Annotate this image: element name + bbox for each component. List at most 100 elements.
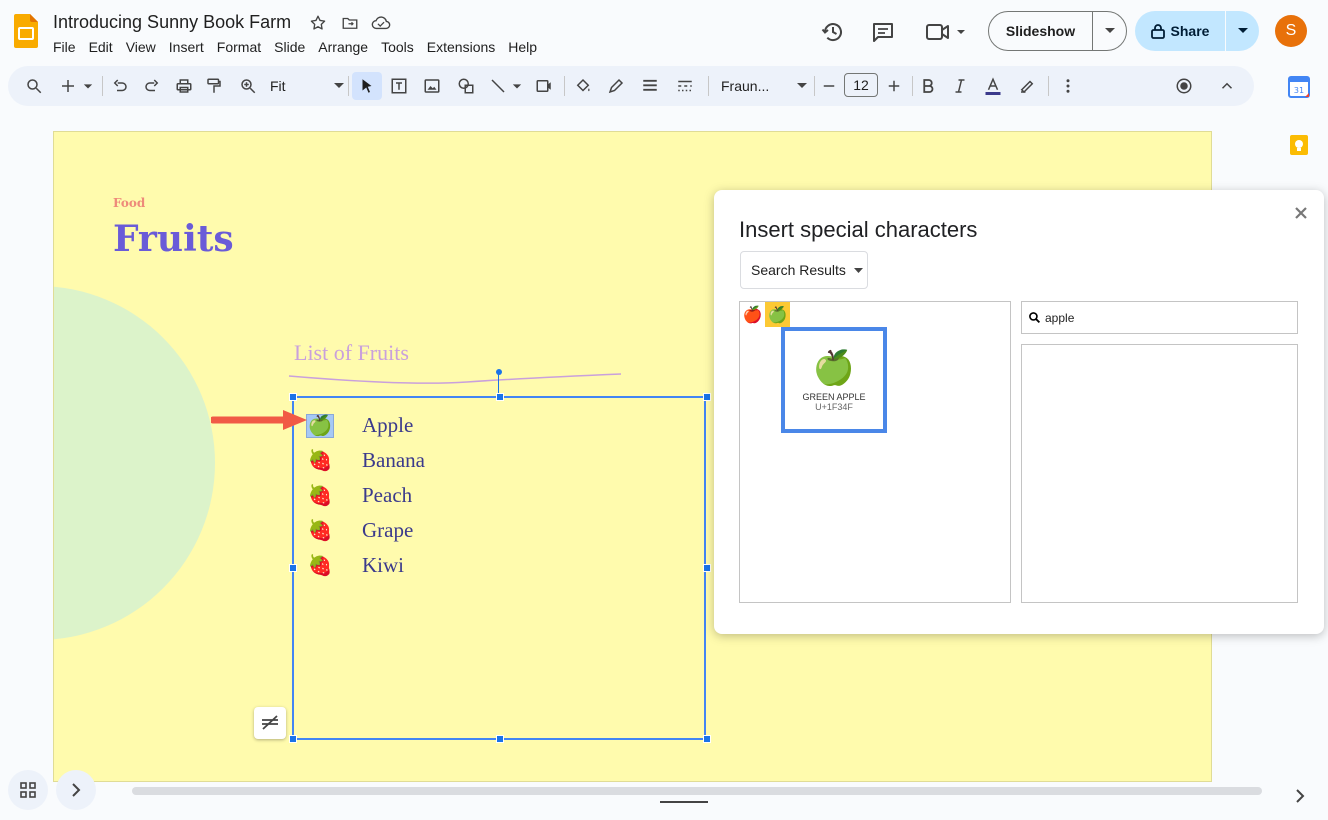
resize-handle-bottom[interactable] xyxy=(496,735,504,743)
autofit-options-button[interactable] xyxy=(254,707,286,739)
zoom-icon[interactable] xyxy=(238,76,258,96)
close-icon[interactable] xyxy=(1292,204,1310,222)
draw-character-area[interactable] xyxy=(1021,344,1298,603)
character-search-field[interactable]: apple xyxy=(1021,301,1298,334)
border-color-icon[interactable] xyxy=(606,76,626,96)
resize-handle-left[interactable] xyxy=(289,564,297,572)
list-item[interactable]: 🍓 Peach xyxy=(306,478,425,513)
zoom-select[interactable]: Fit xyxy=(270,76,344,96)
increase-font-size-icon[interactable] xyxy=(884,76,904,96)
green-apple-character[interactable]: 🍏 xyxy=(765,302,790,327)
red-apple-character[interactable]: 🍎 xyxy=(740,302,765,327)
strawberry-emoji[interactable]: 🍓 xyxy=(306,449,334,473)
resize-handle-bottom-right[interactable] xyxy=(703,735,711,743)
list-item[interactable]: 🍏 Apple xyxy=(306,408,425,443)
comment-add-icon[interactable] xyxy=(534,76,554,96)
new-slide-layout-chevron-icon[interactable] xyxy=(82,76,94,96)
menu-view[interactable]: View xyxy=(126,39,156,55)
slide-category-label[interactable]: Food xyxy=(113,196,145,210)
record-icon[interactable] xyxy=(1174,76,1194,96)
decrease-font-size-icon[interactable] xyxy=(819,76,839,96)
preview-character-code: U+1F34F xyxy=(815,402,853,412)
meet-camera-icon[interactable] xyxy=(922,20,970,44)
slideshow-button[interactable]: Slideshow xyxy=(989,12,1092,50)
shape-icon[interactable] xyxy=(456,76,476,96)
toolbar-divider xyxy=(564,76,565,96)
slides-logo-icon[interactable] xyxy=(14,14,38,48)
menu-tools[interactable]: Tools xyxy=(381,39,414,55)
green-apple-emoji[interactable]: 🍏 xyxy=(306,413,334,438)
line-chevron-icon[interactable] xyxy=(511,76,523,96)
resize-handle-top[interactable] xyxy=(496,393,504,401)
share-button[interactable]: Share xyxy=(1135,11,1225,51)
account-avatar[interactable]: S xyxy=(1275,15,1307,47)
print-icon[interactable] xyxy=(174,76,194,96)
document-title[interactable]: Introducing Sunny Book Farm xyxy=(53,12,291,33)
insert-image-icon[interactable] xyxy=(422,76,442,96)
version-history-icon[interactable] xyxy=(821,20,845,44)
more-options-icon[interactable] xyxy=(1058,76,1078,96)
text-color-icon[interactable] xyxy=(983,76,1003,96)
undo-icon[interactable] xyxy=(110,76,130,96)
list-item[interactable]: 🍓 Kiwi xyxy=(306,548,425,583)
fruit-name[interactable]: Peach xyxy=(362,483,412,508)
rotate-handle[interactable] xyxy=(496,369,502,375)
calendar-icon[interactable]: 31 xyxy=(1288,76,1310,98)
line-icon[interactable] xyxy=(488,76,508,96)
border-dash-icon[interactable] xyxy=(675,76,695,96)
bold-icon[interactable] xyxy=(918,76,938,96)
font-family-select[interactable]: Fraun... xyxy=(721,76,807,96)
paint-format-icon[interactable] xyxy=(204,76,224,96)
move-folder-icon[interactable] xyxy=(341,14,359,32)
resize-handle-bottom-left[interactable] xyxy=(289,735,297,743)
keep-notes-icon[interactable] xyxy=(1288,134,1310,156)
comments-icon[interactable] xyxy=(871,20,895,44)
select-tool-icon[interactable] xyxy=(352,72,382,100)
fill-color-icon[interactable] xyxy=(573,76,593,96)
list-item[interactable]: 🍓 Grape xyxy=(306,513,425,548)
text-box-icon[interactable] xyxy=(389,76,409,96)
slide-heading[interactable]: Fruits xyxy=(113,218,234,260)
toolbar-divider xyxy=(912,76,913,96)
redo-icon[interactable] xyxy=(142,76,162,96)
fruit-name[interactable]: Apple xyxy=(362,413,413,438)
fruit-name[interactable]: Grape xyxy=(362,518,413,543)
menu-edit[interactable]: Edit xyxy=(89,39,113,55)
border-weight-icon[interactable] xyxy=(640,76,660,96)
grid-view-button[interactable] xyxy=(8,770,48,810)
resize-handle-top-left[interactable] xyxy=(289,393,297,401)
star-icon[interactable] xyxy=(309,14,327,32)
menu-format[interactable]: Format xyxy=(217,39,261,55)
fruit-list-textbox[interactable]: 🍏 Apple 🍓 Banana 🍓 Peach 🍓 Grape 🍓 Kiwi xyxy=(289,393,711,743)
share-dropdown-button[interactable] xyxy=(1225,11,1259,51)
font-size-input[interactable]: 12 xyxy=(844,73,878,97)
slideshow-dropdown-button[interactable] xyxy=(1092,12,1126,50)
strawberry-emoji[interactable]: 🍓 xyxy=(306,484,334,508)
fruit-name[interactable]: Banana xyxy=(362,448,425,473)
show-filmstrip-button[interactable] xyxy=(56,770,96,810)
menu-arrange[interactable]: Arrange xyxy=(318,39,368,55)
italic-icon[interactable] xyxy=(950,76,970,96)
collapse-menus-icon[interactable] xyxy=(1217,76,1237,96)
menu-insert[interactable]: Insert xyxy=(169,39,204,55)
resize-handle-top-right[interactable] xyxy=(703,393,711,401)
chevron-down-icon xyxy=(334,83,344,88)
list-subtitle[interactable]: List of Fruits xyxy=(294,340,409,366)
speaker-notes-handle[interactable] xyxy=(660,801,708,803)
chevron-right-icon[interactable] xyxy=(1292,788,1308,804)
menu-extensions[interactable]: Extensions xyxy=(427,39,495,55)
cloud-saved-icon[interactable] xyxy=(371,14,391,32)
strawberry-emoji[interactable]: 🍓 xyxy=(306,519,334,543)
highlight-color-icon[interactable] xyxy=(1017,76,1037,96)
menu-file[interactable]: File xyxy=(53,39,76,55)
menu-slide[interactable]: Slide xyxy=(274,39,305,55)
horizontal-scrollbar[interactable] xyxy=(132,787,1262,795)
strawberry-emoji[interactable]: 🍓 xyxy=(306,554,334,578)
fruit-name[interactable]: Kiwi xyxy=(362,553,404,578)
list-item[interactable]: 🍓 Banana xyxy=(306,443,425,478)
resize-handle-right[interactable] xyxy=(703,564,711,572)
menu-help[interactable]: Help xyxy=(508,39,537,55)
new-slide-icon[interactable] xyxy=(58,76,78,96)
category-dropdown[interactable]: Search Results xyxy=(740,251,868,289)
search-menus-icon[interactable] xyxy=(24,76,44,96)
